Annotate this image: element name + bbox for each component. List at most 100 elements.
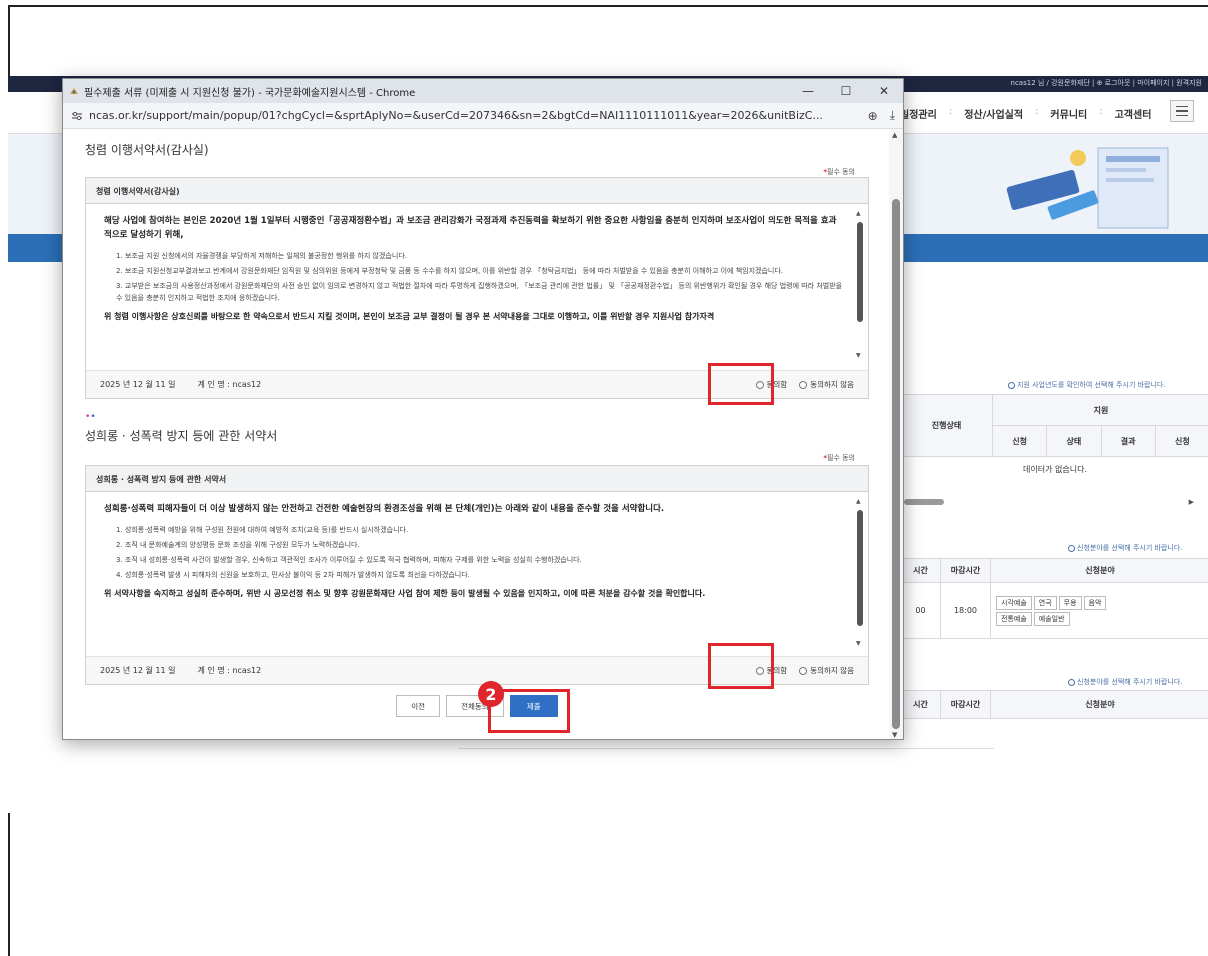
required-agree-label: *필수 동의 [823,168,855,176]
scroll-down-icon[interactable]: ▼ [892,731,897,739]
field-chip[interactable]: 시각예술 [996,595,1032,610]
menu-separator: : [1099,106,1103,117]
info-icon [1068,544,1075,552]
pledge-signer: 계 인 명 : ncas12 [197,666,262,675]
address-bar: ncas.or.kr/support/main/popup/01?chgCycl… [63,103,903,129]
application-status-table: 진행상태 지원 신청 상태 결과 신청 데이터가 없습니다. [900,394,1208,483]
popup-scroll-thumb[interactable] [892,199,900,729]
col-apply: 신청 [991,425,1048,457]
radio-circle-icon[interactable] [799,666,808,675]
col-field: 신청분야 [990,690,1208,719]
close-window-button[interactable]: ✕ [865,84,903,98]
scroll-up-icon[interactable]: ▲ [892,131,897,139]
pledge-text-box[interactable]: 성희롱·성폭력 피해자들이 더 이상 발생하지 않는 안전하고 건전한 예술현장… [86,492,868,656]
pledge-item: 3. 조직 내 성희롱·성폭력 사건이 발생할 경우, 신속하고 객관적인 조사… [116,556,582,564]
scrollbar-thumb[interactable] [904,499,944,505]
pledge-signer: 계 인 명 : ncas12 [197,380,262,389]
download-icon[interactable]: ⤓ [890,108,895,123]
step-badge: 2 [478,681,504,707]
pledge-item: 3. 교부받은 보조금의 사용정산과정에서 강원문화재단의 사전 승인 없이 임… [116,282,843,302]
col-state: 상태 [1046,425,1102,457]
col-status: 진행상태 [900,394,993,457]
scroll-down-icon[interactable]: ▼ [856,352,861,359]
info-icon [1008,381,1015,389]
empty-message: 데이터가 없습니다. [1023,465,1087,475]
info-icon [1068,678,1075,686]
zoom-icon[interactable]: ⊕ [868,109,878,123]
pledge-item: 2. 조직 내 문화예술계의 양성평등 문화 조성을 위해 구성원 모두가 노력… [116,541,360,549]
col-field: 신청분야 [990,558,1208,583]
scroll-up-icon[interactable]: ▲ [856,210,861,217]
horizontal-scrollbar[interactable]: ▶ [900,498,1200,506]
site-settings-icon[interactable] [71,111,83,121]
site-favicon-icon [70,88,78,94]
minimize-button[interactable]: — [789,84,827,98]
maximize-button[interactable]: ☐ [827,84,865,98]
action-buttons: 이전 전체동의 제출 [63,695,891,717]
menu-separator: : [1035,106,1039,117]
site-top-links[interactable]: ncas12 님 / 강원문화재단 | ⊕ 로그아웃 | 마이페이지 | 원격지… [1011,78,1202,88]
field-chips: 시각예술 연극 무용 음악 전통예술 예술일반 [990,582,1208,639]
site-menu: 일정관리 : 정산/사업실적 : 커뮤니티 : 고객센터 [900,106,1151,121]
field-chip[interactable]: 예술일반 [1033,611,1070,626]
col-group-support: 지원 [992,394,1208,426]
field-chip[interactable]: 연극 [1033,595,1057,610]
pledge-text-box[interactable]: 해당 사업에 참여하는 본인은 2020년 1월 1일부터 시행중인「공공재정환… [86,204,868,370]
disagree-radio[interactable]: 동의하지 않음 [799,379,854,390]
field-table: 시간 마감시간 신청분야 00 18:00 시각예술 연극 무용 음악 전통예술 예술일… [900,558,1208,639]
pledge-lead: 성희롱·성폭력 피해자들이 더 이상 발생하지 않는 안전하고 건전한 예술현장… [104,504,665,514]
pledge-items: 1. 성희롱·성폭력 예방을 위해 구성원 전원에 대하여 예방적 조치(교육 … [104,524,844,581]
cell-time: 00 [900,582,941,639]
menu-separator: : [948,106,953,117]
hero-illustration [1006,147,1169,229]
col-deadline: 마감시간 [940,690,991,719]
menu-item-community[interactable]: 커뮤니티 [1050,106,1087,121]
field-chip[interactable]: 전통예술 [996,611,1032,626]
required-agree-label: *필수 동의 [823,454,855,462]
section-dots: •• [85,412,96,422]
field-chip[interactable]: 무용 [1058,595,1082,610]
url-text[interactable]: ncas.or.kr/support/main/popup/01?chgCycl… [89,109,856,122]
pledge-item: 4. 성희롱·성폭력 발생 시 피해자의 신원을 보호하고, 민사상 불이익 등… [116,571,470,579]
menu-item-schedule[interactable]: 일정관리 [900,106,937,121]
notice-field: 신청분야를 선택해 주시기 바랍니다. [1068,543,1183,553]
notice-year: 지원 사업년도를 확인하여 선택해 주시기 바랍니다. [1008,380,1166,390]
pledge-scrollbar[interactable]: ▲ ▼ [856,210,864,360]
prev-button[interactable]: 이전 [396,695,441,717]
pledge-scrollbar[interactable]: ▲ ▼ [856,498,864,648]
pledge-item: 2. 보조금 지원신청교부결과보고 반계에서 강원문화재단 임직원 및 심의위원… [116,267,784,275]
cell-deadline: 18:00 [940,582,991,639]
col-deadline: 마감시간 [940,558,991,583]
scroll-right-icon[interactable]: ▶ [1189,498,1194,506]
menu-item-settlement[interactable]: 정산/사업실적 [964,106,1023,121]
scroll-down-icon[interactable]: ▼ [856,640,861,647]
card-header: 성희롱 · 성폭력 방지 등에 관한 서약서 [86,466,868,492]
pledge-lead: 해당 사업에 참여하는 본인은 2020년 1월 1일부터 시행중인「공공재정환… [104,216,837,240]
col-apply-2: 신청 [1154,425,1208,457]
pledge-date: 2025 년 12 월 11 일 [100,380,176,389]
field-chip[interactable]: 음악 [1083,595,1107,610]
popup-window: 필수제출 서류 (미제출 시 지원신청 불가) - 국가문화예술지원시스템 - … [62,78,904,740]
pledge-scroll-thumb[interactable] [857,510,863,626]
field-table-2: 시간 마감시간 신청분야 [900,690,1208,719]
section1-title: 청렴 이행서약서(감사실) [85,143,209,157]
window-title: 필수제출 서류 (미제출 시 지원신청 불가) - 국가문화예술지원시스템 - … [84,87,416,99]
frame-gap [2,805,14,813]
col-result: 결과 [1100,425,1156,457]
notice-field-2: 신청분야를 선택해 주시기 바랍니다. [1068,677,1183,687]
pledge-tail: 위 청렴 이행사항은 상호신뢰를 바탕으로 한 약속으로서 반드시 지킬 것이며… [104,312,715,321]
disagree-radio[interactable]: 동의하지 않음 [799,665,854,676]
pledge-date: 2025 년 12 월 11 일 [100,666,176,675]
popup-scrollbar[interactable]: ▲ ▼ [889,129,903,739]
divider [458,748,994,749]
scroll-up-icon[interactable]: ▲ [856,498,861,505]
radio-circle-icon[interactable] [799,380,808,389]
col-time: 시간 [900,690,941,719]
menu-item-support-center[interactable]: 고객센터 [1115,106,1152,121]
hamburger-menu-icon[interactable] [1170,100,1194,122]
pledge-item: 1. 보조금 지원 신청에서의 자율경쟁을 부당하게 저해하는 일체의 불공정한… [116,252,407,260]
pledge-item: 1. 성희롱·성폭력 예방을 위해 구성원 전원에 대하여 예방적 조치(교육 … [116,526,409,534]
section2-title: 성희롱 · 성폭력 방지 등에 관한 서약서 [85,429,278,443]
pledge-items: 1. 보조금 지원 신청에서의 자율경쟁을 부당하게 저해하는 일체의 불공정한… [104,250,844,304]
pledge-scroll-thumb[interactable] [857,222,863,322]
